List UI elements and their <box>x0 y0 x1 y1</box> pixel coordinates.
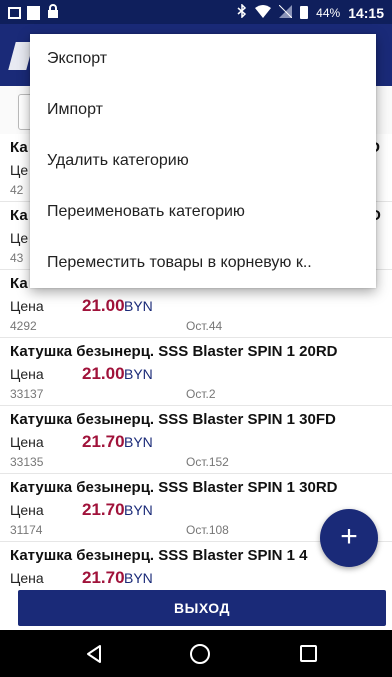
item-price: 21.00 <box>82 364 125 383</box>
price-label: Цена <box>10 502 44 518</box>
item-name: Катушка безынерц. SSS Blaster SPIN 1 4 <box>10 547 308 564</box>
item-currency: BYN <box>124 434 153 450</box>
exit-button[interactable]: ВЫХОД <box>18 590 386 626</box>
item-currency: BYN <box>124 366 153 382</box>
menu-item-rename-category[interactable]: Переименовать категорию <box>30 186 376 237</box>
menu-item-import[interactable]: Импорт <box>30 85 376 136</box>
list-item[interactable]: Катушка безынерц. SSS Blaster SPIN 1 20R… <box>0 338 392 406</box>
battery-icon <box>300 6 309 19</box>
price-label: Це <box>10 162 29 178</box>
lock-icon <box>46 4 60 21</box>
item-code: 42 <box>10 183 24 197</box>
item-name: Катушка безынерц. SSS Blaster SPIN 1 30F… <box>10 411 336 428</box>
price-label: Цена <box>10 366 44 382</box>
price-label: Цена <box>10 298 44 314</box>
item-code: 4292 <box>10 319 37 333</box>
list-item[interactable]: Катушка безынерц. SSS Blaster SPIN 1 30F… <box>0 406 392 474</box>
menu-item-export[interactable]: Экспорт <box>30 34 376 85</box>
item-name: Ка <box>10 275 28 292</box>
exit-bar: ВЫХОД <box>0 588 392 630</box>
item-price: 21.70 <box>82 432 125 451</box>
item-stock: Ост.108 <box>186 523 229 537</box>
notification-icon <box>27 5 40 20</box>
menu-item-delete-category[interactable]: Удалить категорию <box>30 136 376 187</box>
price-label: Це <box>10 230 29 246</box>
item-name: Ка <box>10 139 28 156</box>
item-name: Катушка безынерц. SSS Blaster SPIN 1 20R… <box>10 343 338 360</box>
item-currency: BYN <box>124 502 153 518</box>
image-notification-icon <box>8 6 21 19</box>
item-price: 21.70 <box>82 568 125 587</box>
item-code: 33137 <box>10 387 44 401</box>
status-bar: 44% 14:15 <box>0 0 392 24</box>
menu-item-move-to-root[interactable]: Переместить товары в корневую к.. <box>30 237 376 288</box>
wifi-icon <box>255 4 272 21</box>
item-stock: Ост.2 <box>186 387 216 401</box>
item-code: 31174 <box>10 523 43 537</box>
battery-percent: 44% <box>316 5 341 20</box>
signal-icon <box>278 4 293 21</box>
add-button[interactable]: + <box>320 509 378 567</box>
item-currency: BYN <box>124 570 153 586</box>
item-code: 43 <box>10 251 24 265</box>
item-name: Катушка безынерц. SSS Blaster SPIN 1 30R… <box>10 479 338 496</box>
home-icon[interactable] <box>190 644 210 664</box>
item-currency: BYN <box>124 298 153 314</box>
item-name: Ка <box>10 207 28 224</box>
item-price: 21.00 <box>82 296 125 315</box>
back-icon[interactable] <box>84 644 104 669</box>
price-label: Цена <box>10 434 44 450</box>
item-code: 33135 <box>10 455 44 469</box>
price-label: Цена <box>10 570 44 586</box>
recent-apps-icon[interactable] <box>300 645 317 662</box>
item-price: 21.70 <box>82 500 125 519</box>
clock: 14:15 <box>348 4 384 21</box>
overflow-menu: Экспорт Импорт Удалить категорию Переиме… <box>30 34 376 288</box>
bluetooth-icon <box>237 3 247 21</box>
item-stock: Ост.44 <box>186 319 223 333</box>
item-stock: Ост.152 <box>186 455 229 469</box>
navigation-bar <box>0 630 392 677</box>
